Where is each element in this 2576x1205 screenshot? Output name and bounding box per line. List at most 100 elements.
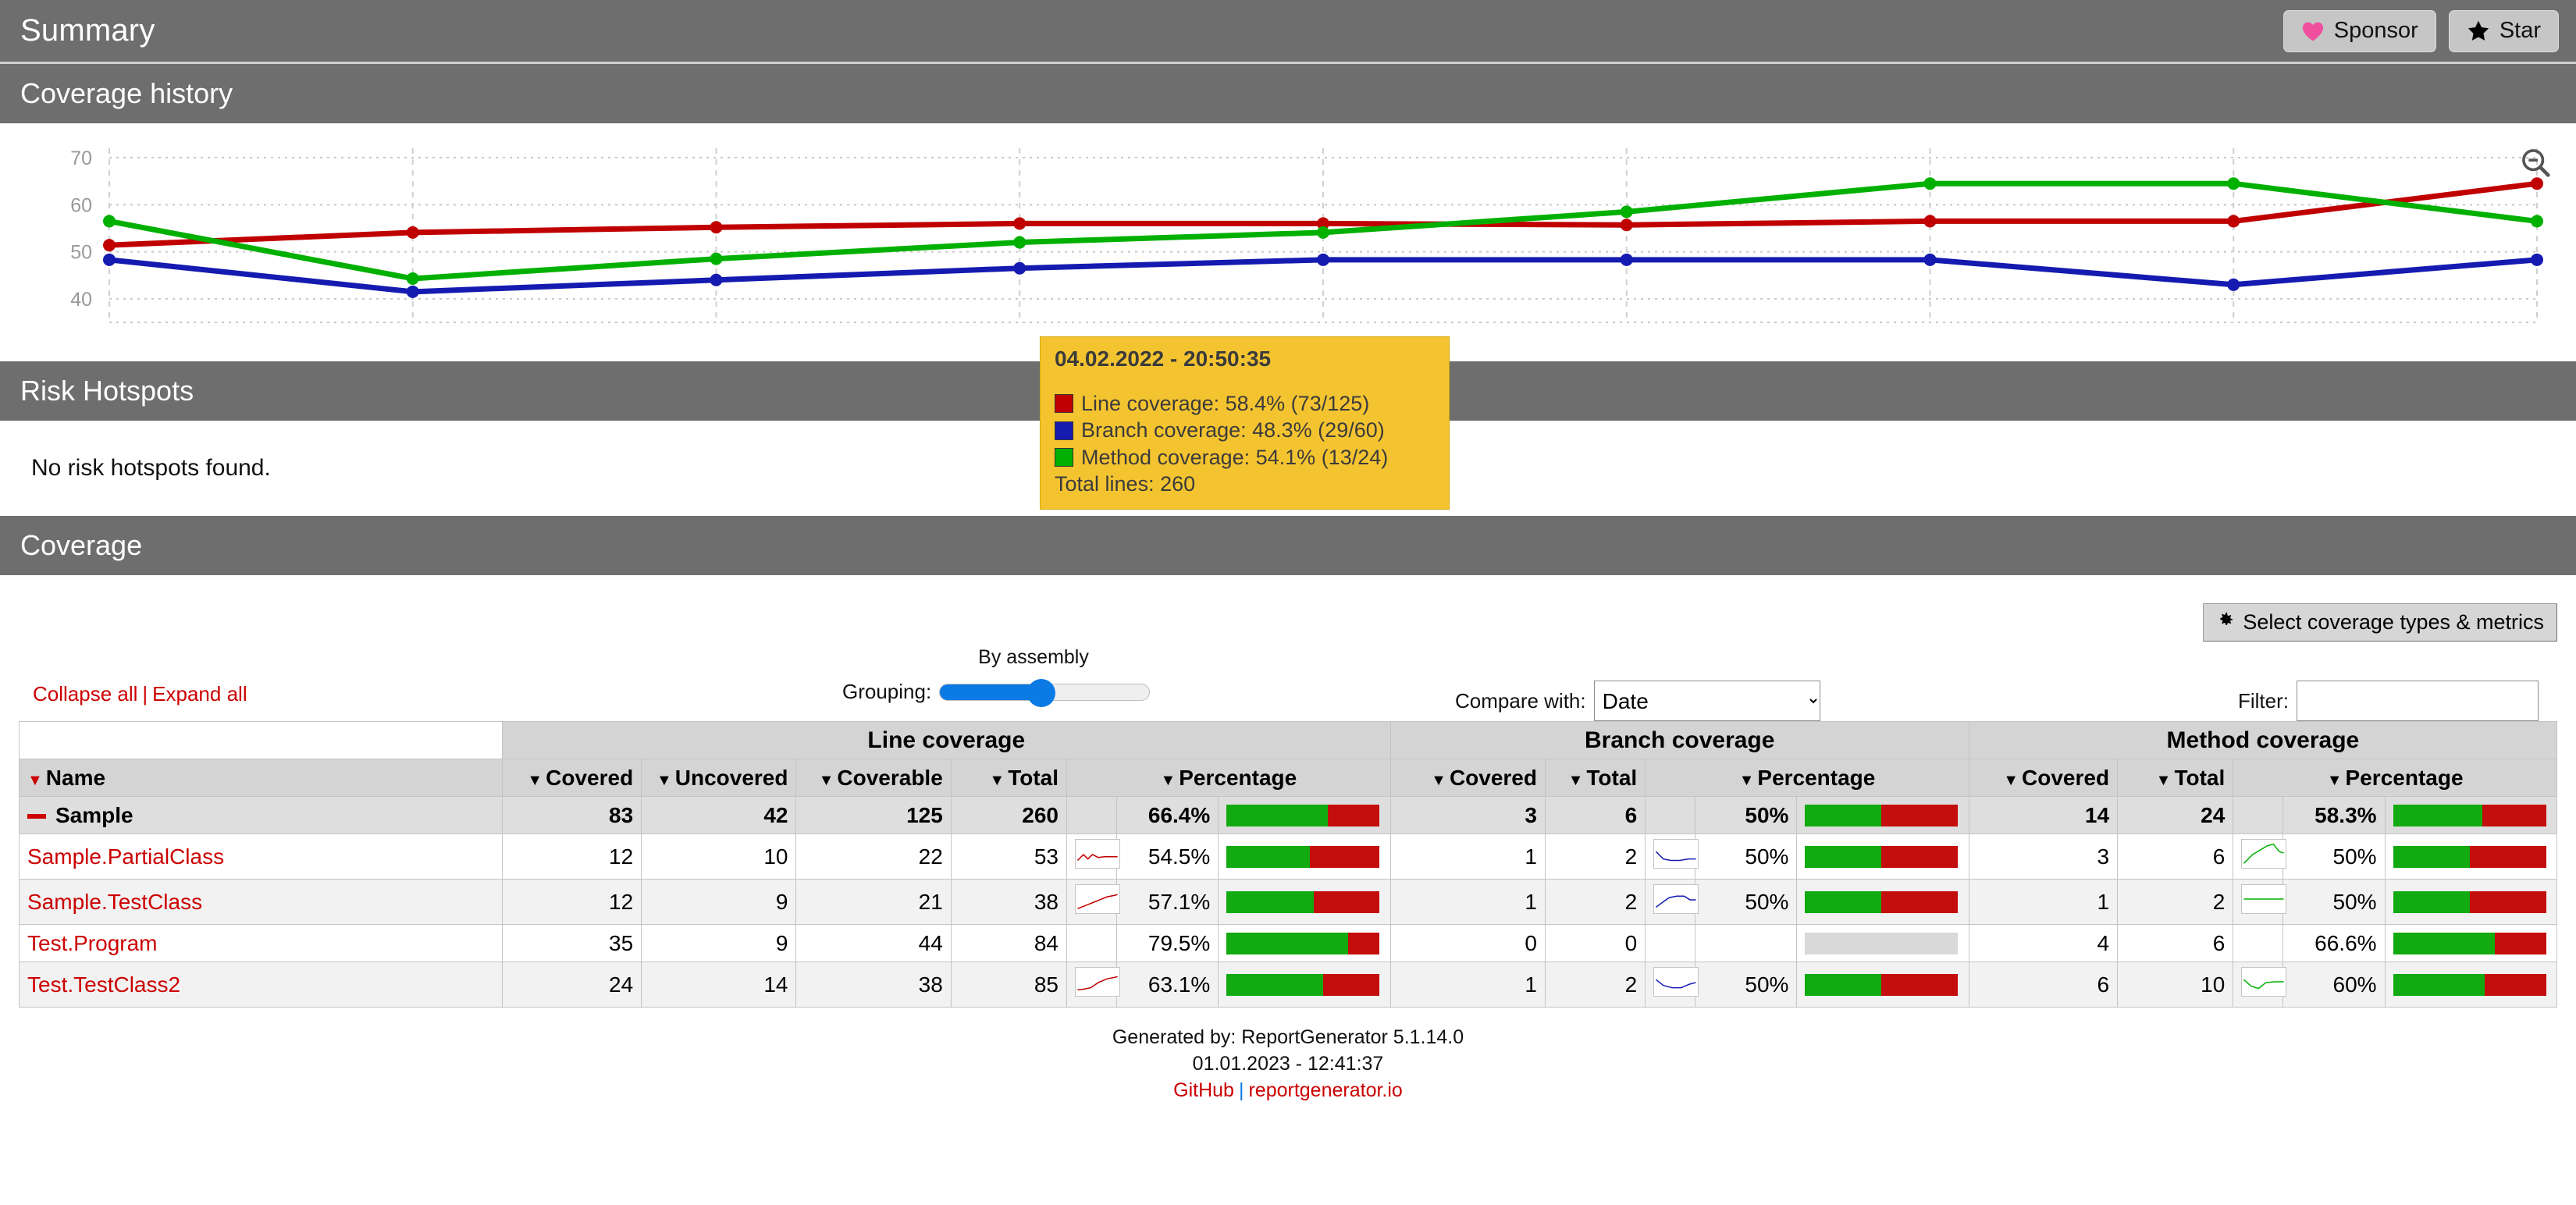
coverage-bar-cell (1218, 924, 1391, 962)
history-sparkline-cell (2233, 796, 2284, 834)
expand-all-link[interactable]: Expand all (152, 682, 247, 706)
coverage-bar-uncovered (2485, 973, 2546, 996)
coverage-bar-covered (1805, 890, 1882, 913)
section-header-coverage: Coverage (0, 516, 2576, 575)
coverage-history-chart: 40 50 60 70 04.02.2022 - 20:50:35 Line cove… (0, 123, 2576, 510)
history-sparkline-cell (1645, 924, 1696, 962)
table-cell-branch-covered: 1 (1389, 962, 1546, 1008)
coverage-history-svg[interactable]: 40 50 60 70 (0, 123, 2576, 361)
tooltip-total-lines: Total lines: 260 (1055, 472, 1196, 496)
svg-text:70: 70 (70, 148, 92, 169)
line-coverage-swatch-icon (1055, 394, 1073, 414)
coverage-bar (2393, 890, 2546, 913)
table-cell-branch-total: 2 (1544, 834, 1646, 880)
class-name-link[interactable]: Test.TestClass2 (27, 972, 180, 997)
footer-separator: | (1238, 1079, 1244, 1101)
column-header-line-coverable[interactable]: ▼ Coverable (795, 759, 952, 797)
footer-generated-by: Generated by: ReportGenerator 5.1.14.0 (1112, 1026, 1464, 1048)
history-sparkline (2241, 967, 2287, 997)
table-group-header-row: Line coverage Branch coverage Method cov… (19, 721, 2558, 759)
table-cell-branch-total: 0 (1544, 924, 1646, 962)
column-header-branch-percentage[interactable]: ▼ Percentage (1645, 759, 1969, 797)
column-header-line-covered[interactable]: ▼ Covered (501, 759, 642, 797)
table-cell-method-percentage: 66.6% (2282, 924, 2386, 962)
table-cell-line-uncovered: 9 (641, 879, 797, 925)
collapse-toggle-icon[interactable] (27, 814, 46, 819)
column-header-method-total[interactable]: ▼ Total (2117, 759, 2234, 797)
heart-icon (2301, 20, 2325, 42)
chart-tooltip: 04.02.2022 - 20:50:35 Line coverage: 58.… (1040, 336, 1450, 510)
table-cell-name: Sample (19, 796, 503, 834)
sort-caret-icon: ▼ (656, 771, 672, 789)
coverage-bar-cell (1796, 834, 1969, 880)
table-cell-line-percentage: 79.5% (1116, 924, 1219, 962)
coverage-bar (1226, 890, 1380, 913)
column-header-branch-covered[interactable]: ▼ Covered (1389, 759, 1546, 797)
table-cell-branch-covered: 3 (1389, 796, 1546, 834)
svg-text:60: 60 (70, 194, 92, 216)
collapse-all-link[interactable]: Collapse all (33, 682, 137, 706)
grouping-slider[interactable] (939, 678, 1151, 707)
sort-caret-icon: ▼ (2326, 771, 2343, 789)
history-sparkline-cell (1066, 834, 1120, 880)
grouping-slider-knob[interactable] (1027, 678, 1056, 707)
table-cell-method-percentage: 58.3% (2282, 796, 2386, 834)
compare-with-select[interactable]: Date (1593, 681, 1820, 721)
compare-with-label: Compare with: (1455, 688, 1586, 713)
table-cell-branch-percentage: 50% (1695, 834, 1798, 880)
select-coverage-types-button[interactable]: Select coverage types & metrics (2203, 603, 2557, 642)
class-name-link[interactable]: Sample.PartialClass (27, 844, 224, 869)
table-cell-line-uncovered: 14 (641, 962, 797, 1008)
tooltip-timestamp: 04.02.2022 - 20:50:35 (1055, 347, 1272, 371)
column-header-line-percentage[interactable]: ▼ Percentage (1066, 759, 1391, 797)
column-header-line-uncovered[interactable]: ▼ Uncovered (641, 759, 797, 797)
class-name-link[interactable]: Test.Program (27, 931, 158, 955)
coverage-bar-covered (1226, 932, 1349, 954)
zoom-out-icon[interactable] (2518, 145, 2554, 181)
table-cell-line-coverable: 21 (795, 879, 952, 925)
coverage-bar-covered (2393, 890, 2470, 913)
star-button[interactable]: Star (2448, 9, 2559, 52)
coverage-bar (1805, 932, 1959, 954)
sort-caret-icon: ▼ (989, 771, 1005, 789)
website-link[interactable]: reportgenerator.io (1248, 1079, 1402, 1101)
sponsor-button[interactable]: Sponsor (2282, 9, 2436, 52)
sort-caret-icon: ▼ (2155, 771, 2172, 789)
class-name-link[interactable]: Sample.TestClass (27, 890, 202, 914)
history-sparkline-cell (2233, 879, 2287, 925)
branch-coverage-swatch-icon (1055, 421, 1073, 440)
table-cell-line-uncovered: 42 (641, 796, 797, 834)
grouping-slider-row: Grouping: (842, 678, 1155, 707)
coverage-bar-uncovered (1881, 804, 1959, 826)
column-header-branch-total[interactable]: ▼ Total (1544, 759, 1646, 797)
column-header-name[interactable]: ▼ Name (19, 759, 503, 797)
coverage-bar-uncovered (2495, 932, 2546, 954)
page-title: Summary (20, 13, 155, 48)
table-cell-method-percentage: 50% (2282, 879, 2386, 925)
history-sparkline-cell (2233, 962, 2287, 1008)
coverage-bar (2393, 804, 2546, 826)
table-cell-branch-percentage: 50% (1695, 796, 1798, 834)
table-cell-line-coverable: 38 (795, 962, 952, 1008)
table-row: Sample.TestClass 12 9 21 38 57.1% 1 2 50% 1 2 50% (19, 879, 2558, 925)
column-header-line-total[interactable]: ▼ Total (950, 759, 1068, 797)
coverage-bar-uncovered (1328, 804, 1380, 826)
table-cell-method-covered: 14 (1968, 796, 2119, 834)
coverage-bar (1805, 973, 1959, 996)
grouping-label: Grouping: (842, 680, 932, 703)
svg-text:40: 40 (70, 289, 92, 311)
table-cell-branch-covered: 1 (1389, 834, 1546, 880)
coverage-bar-covered (1226, 845, 1311, 868)
github-link[interactable]: GitHub (1173, 1079, 1234, 1101)
links-separator: | (142, 682, 148, 706)
table-cell-line-total: 85 (950, 962, 1068, 1008)
column-header-method-covered[interactable]: ▼ Covered (1968, 759, 2119, 797)
filter-input[interactable] (2297, 681, 2539, 721)
table-cell-line-covered: 24 (501, 962, 642, 1008)
coverage-bar (1226, 932, 1380, 954)
table-cell-line-coverable: 44 (795, 924, 952, 962)
coverage-table: Line coverage Branch coverage Method cov… (19, 721, 2558, 1008)
coverage-bar (1805, 804, 1959, 826)
column-header-method-percentage[interactable]: ▼ Percentage (2233, 759, 2557, 797)
tooltip-line-coverage: Line coverage: 58.4% (73/125) (1081, 391, 1370, 415)
